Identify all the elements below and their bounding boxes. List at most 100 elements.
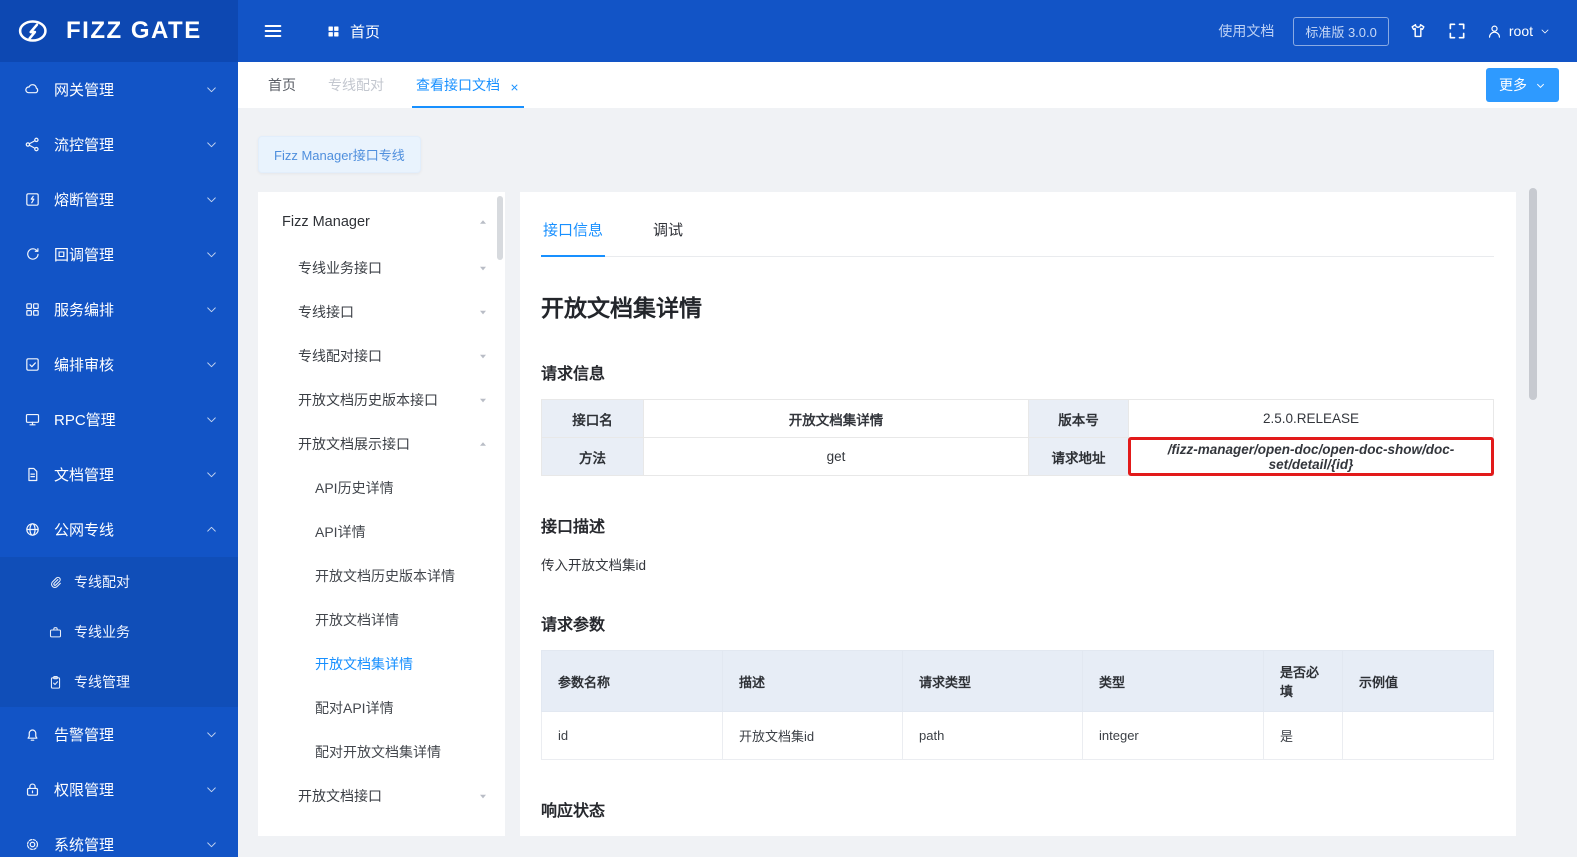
tab-label: 查看接口文档 [416,77,500,93]
tree-group-line-pair-api[interactable]: 专线配对接口 [258,334,505,378]
column-header: 是否必填 [1263,650,1343,712]
tree-group-line-business-api[interactable]: 专线业务接口 [258,246,505,290]
sidebar-item-label: 权限管理 [54,782,115,799]
sidebar-item-permission[interactable]: 权限管理 [0,762,238,817]
sidebar-item-orchestration[interactable]: 服务编排 [0,282,238,337]
more-button[interactable]: 更多 [1486,68,1559,102]
main-scrollbar-thumb[interactable] [1529,188,1537,400]
username: root [1508,23,1533,39]
close-icon[interactable] [509,80,520,91]
api-doc-panel: 接口信息 调试 开放文档集详情 请求信息 接口名 开放文档集详情 版本号 2.5… [520,192,1516,836]
sidebar-item-public-line[interactable]: 公网专线 [0,502,238,557]
param-request-type: path [902,711,1083,760]
sidebar-item-gateway[interactable]: 网关管理 [0,62,238,117]
tree-group-open-doc-show-api[interactable]: 开放文档展示接口 [258,422,505,466]
table-row: id 开放文档集id path integer 是 [541,711,1494,760]
section-api-description: 接口描述 [541,519,606,536]
cloud-icon [25,84,39,94]
api-tree-panel: Fizz Manager 专线业务接口 专线接口 专线配对接口 开放文档历史版本… [258,192,505,836]
tree-group-label: 开放文档历史版本接口 [298,392,438,408]
sidebar-subitem-line-business[interactable]: 专线业务 [0,607,238,657]
docs-link[interactable]: 使用文档 [1218,21,1274,41]
tab-home[interactable]: 首页 [268,62,296,108]
sidebar-subitem-line-pair[interactable]: 专线配对 [0,557,238,607]
caret-up-icon [480,442,486,446]
param-example [1342,711,1494,760]
sidebar-subitem-line-manage[interactable]: 专线管理 [0,657,238,707]
sidebar-item-circuit-break[interactable]: 熔断管理 [0,172,238,227]
network-icon [26,523,39,536]
tree-leaf-open-doc-history-detail[interactable]: 开放文档历史版本详情 [258,554,505,598]
chevron-down-icon [207,252,216,258]
sidebar-item-document[interactable]: 文档管理 [0,447,238,502]
content-area: Fizz Manager接口专线 Fizz Manager 专线业务接口 专线接… [238,108,1577,857]
tree-leaf-label: 开放文档历史版本详情 [315,568,455,584]
column-header: 类型 [1082,650,1264,712]
more-button-label: 更多 [1499,77,1527,93]
sidebar-item-label: 文档管理 [54,467,115,484]
chevron-down-icon [207,142,216,148]
sidebar-item-system[interactable]: 系统管理 [0,817,238,857]
tree-leaf-label: 开放文档集详情 [315,656,413,672]
sidebar-item-flow-control[interactable]: 流控管理 [0,117,238,172]
sidebar-item-label: 网关管理 [54,82,115,99]
chevron-down-icon [207,87,216,93]
tree-scrollbar-thumb[interactable] [497,196,503,260]
brand-logo[interactable]: FIZZ GATE [0,0,238,62]
version-badge[interactable]: 标准版 3.0.0 [1293,16,1389,46]
briefcase-icon [49,626,62,637]
clipboard-check-icon [50,675,61,689]
section-response-status: 响应状态 [541,803,606,820]
fullscreen-icon[interactable] [1447,21,1467,41]
tree-leaf-pair-api-detail[interactable]: 配对API详情 [258,686,505,730]
collection-tag[interactable]: Fizz Manager接口专线 [258,136,421,173]
tree-leaf-label: API历史详情 [315,480,394,496]
chevron-down-icon [207,472,216,478]
doc-tab-debug[interactable]: 调试 [651,206,685,256]
param-description: 开放文档集id [722,711,903,760]
topbar-right: 使用文档 标准版 3.0.0 root [1218,16,1577,46]
topbar-home-nav[interactable]: 首页 [326,21,380,42]
tree-group-label: 专线配对接口 [298,348,382,364]
sidebar-subitem-label: 专线管理 [74,674,130,690]
tab-view-api-doc[interactable]: 查看接口文档 [412,62,524,108]
column-header: 描述 [722,650,903,712]
tree-group-line-api[interactable]: 专线接口 [258,290,505,334]
sidebar-subitem-label: 专线配对 [74,574,130,590]
request-info-table: 接口名 开放文档集详情 版本号 2.5.0.RELEASE 方法 get 请求地… [541,399,1494,476]
chevron-down-icon [1541,29,1549,34]
tree-leaf-open-doc-set-detail[interactable]: 开放文档集详情 [258,642,505,686]
flow-icon [25,137,39,152]
sidebar-item-orchestration-review[interactable]: 编排审核 [0,337,238,392]
grid-icon [26,303,39,316]
audit-icon [26,358,39,371]
user-menu[interactable]: root [1486,23,1551,40]
tree-leaf-api-detail[interactable]: API详情 [258,510,505,554]
tree-leaf-label: 配对API详情 [315,700,394,716]
theme-skin-icon[interactable] [1408,21,1428,41]
lock-icon [26,783,39,796]
api-name-value: 开放文档集详情 [643,399,1029,438]
tree-leaf-api-history-detail[interactable]: API历史详情 [258,466,505,510]
tab-line-pair[interactable]: 专线配对 [328,62,384,108]
paperclip-icon [51,576,61,588]
chevron-down-icon [207,732,216,738]
sidebar-item-rpc[interactable]: RPC管理 [0,392,238,447]
version-value: 2.5.0.RELEASE [1128,399,1494,438]
tree-group-open-doc-history-api[interactable]: 开放文档历史版本接口 [258,378,505,422]
tab-label: 首页 [268,77,296,93]
section-request-info: 请求信息 [541,366,606,383]
refresh-icon [27,248,39,260]
tree-leaf-label: API详情 [315,524,366,540]
page-tabbar: 首页 专线配对 查看接口文档 更多 [238,62,1577,108]
brand-logo-icon [18,20,47,42]
tree-root-fizz-manager[interactable]: Fizz Manager [258,198,505,246]
sidebar-item-alarm[interactable]: 告警管理 [0,707,238,762]
tree-leaf-pair-open-doc-set-detail[interactable]: 配对开放文档集详情 [258,730,505,774]
hamburger-menu-icon[interactable] [262,20,284,42]
tree-group-open-doc-api[interactable]: 开放文档接口 [258,774,505,818]
tree-leaf-open-doc-detail[interactable]: 开放文档详情 [258,598,505,642]
sidebar-item-callback[interactable]: 回调管理 [0,227,238,282]
param-required: 是 [1263,711,1343,760]
doc-tab-api-info[interactable]: 接口信息 [541,206,606,257]
